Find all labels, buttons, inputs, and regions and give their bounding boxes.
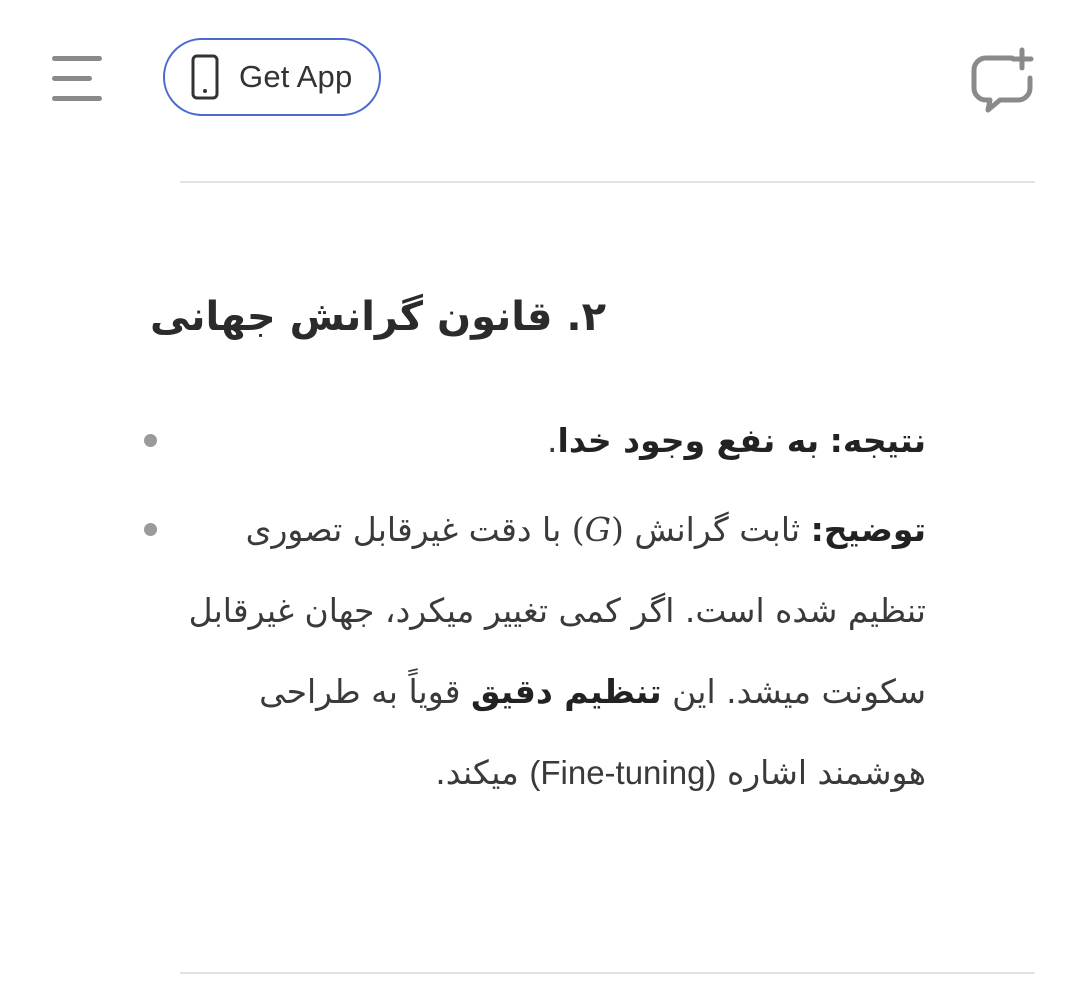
- list-item: توضیح: ثابت گرانش (G) با دقت غیرقابل تصو…: [144, 489, 926, 813]
- list-item: نتیجه: به نفع وجود خدا.: [144, 400, 926, 481]
- phone-icon: [191, 54, 219, 100]
- bullet-list: نتیجه: به نفع وجود خدا. توضیح: ثابت گران…: [144, 400, 926, 821]
- bullet-icon: [144, 434, 157, 447]
- menu-line: [52, 56, 102, 61]
- hamburger-menu-icon[interactable]: [48, 48, 110, 110]
- section-divider: [180, 181, 1035, 183]
- bullet-label: توضیح:: [810, 510, 926, 549]
- menu-line: [52, 96, 102, 101]
- section-divider: [180, 972, 1035, 974]
- math-symbol: G: [584, 510, 612, 549]
- bullet-text: ثابت گرانش: [634, 510, 801, 549]
- english-term: (Fine-tuning): [529, 754, 717, 791]
- get-app-label: Get App: [239, 59, 353, 94]
- bullet-text: میکند.: [435, 753, 519, 792]
- bullet-bold-text: به نفع وجود خدا: [557, 421, 820, 460]
- menu-line: [52, 76, 92, 81]
- get-app-button[interactable]: Get App: [163, 38, 381, 116]
- top-bar: Get App: [0, 0, 1080, 150]
- bullet-bold-text: تنظیم دقیق: [471, 672, 662, 711]
- new-chat-icon[interactable]: [966, 44, 1038, 116]
- section-heading: ۲. قانون گرانش جهانی: [149, 294, 606, 340]
- bullet-text: .: [547, 421, 558, 460]
- bullet-label: نتیجه:: [829, 421, 926, 460]
- math-expression: (G): [571, 510, 624, 549]
- bullet-icon: [144, 523, 157, 536]
